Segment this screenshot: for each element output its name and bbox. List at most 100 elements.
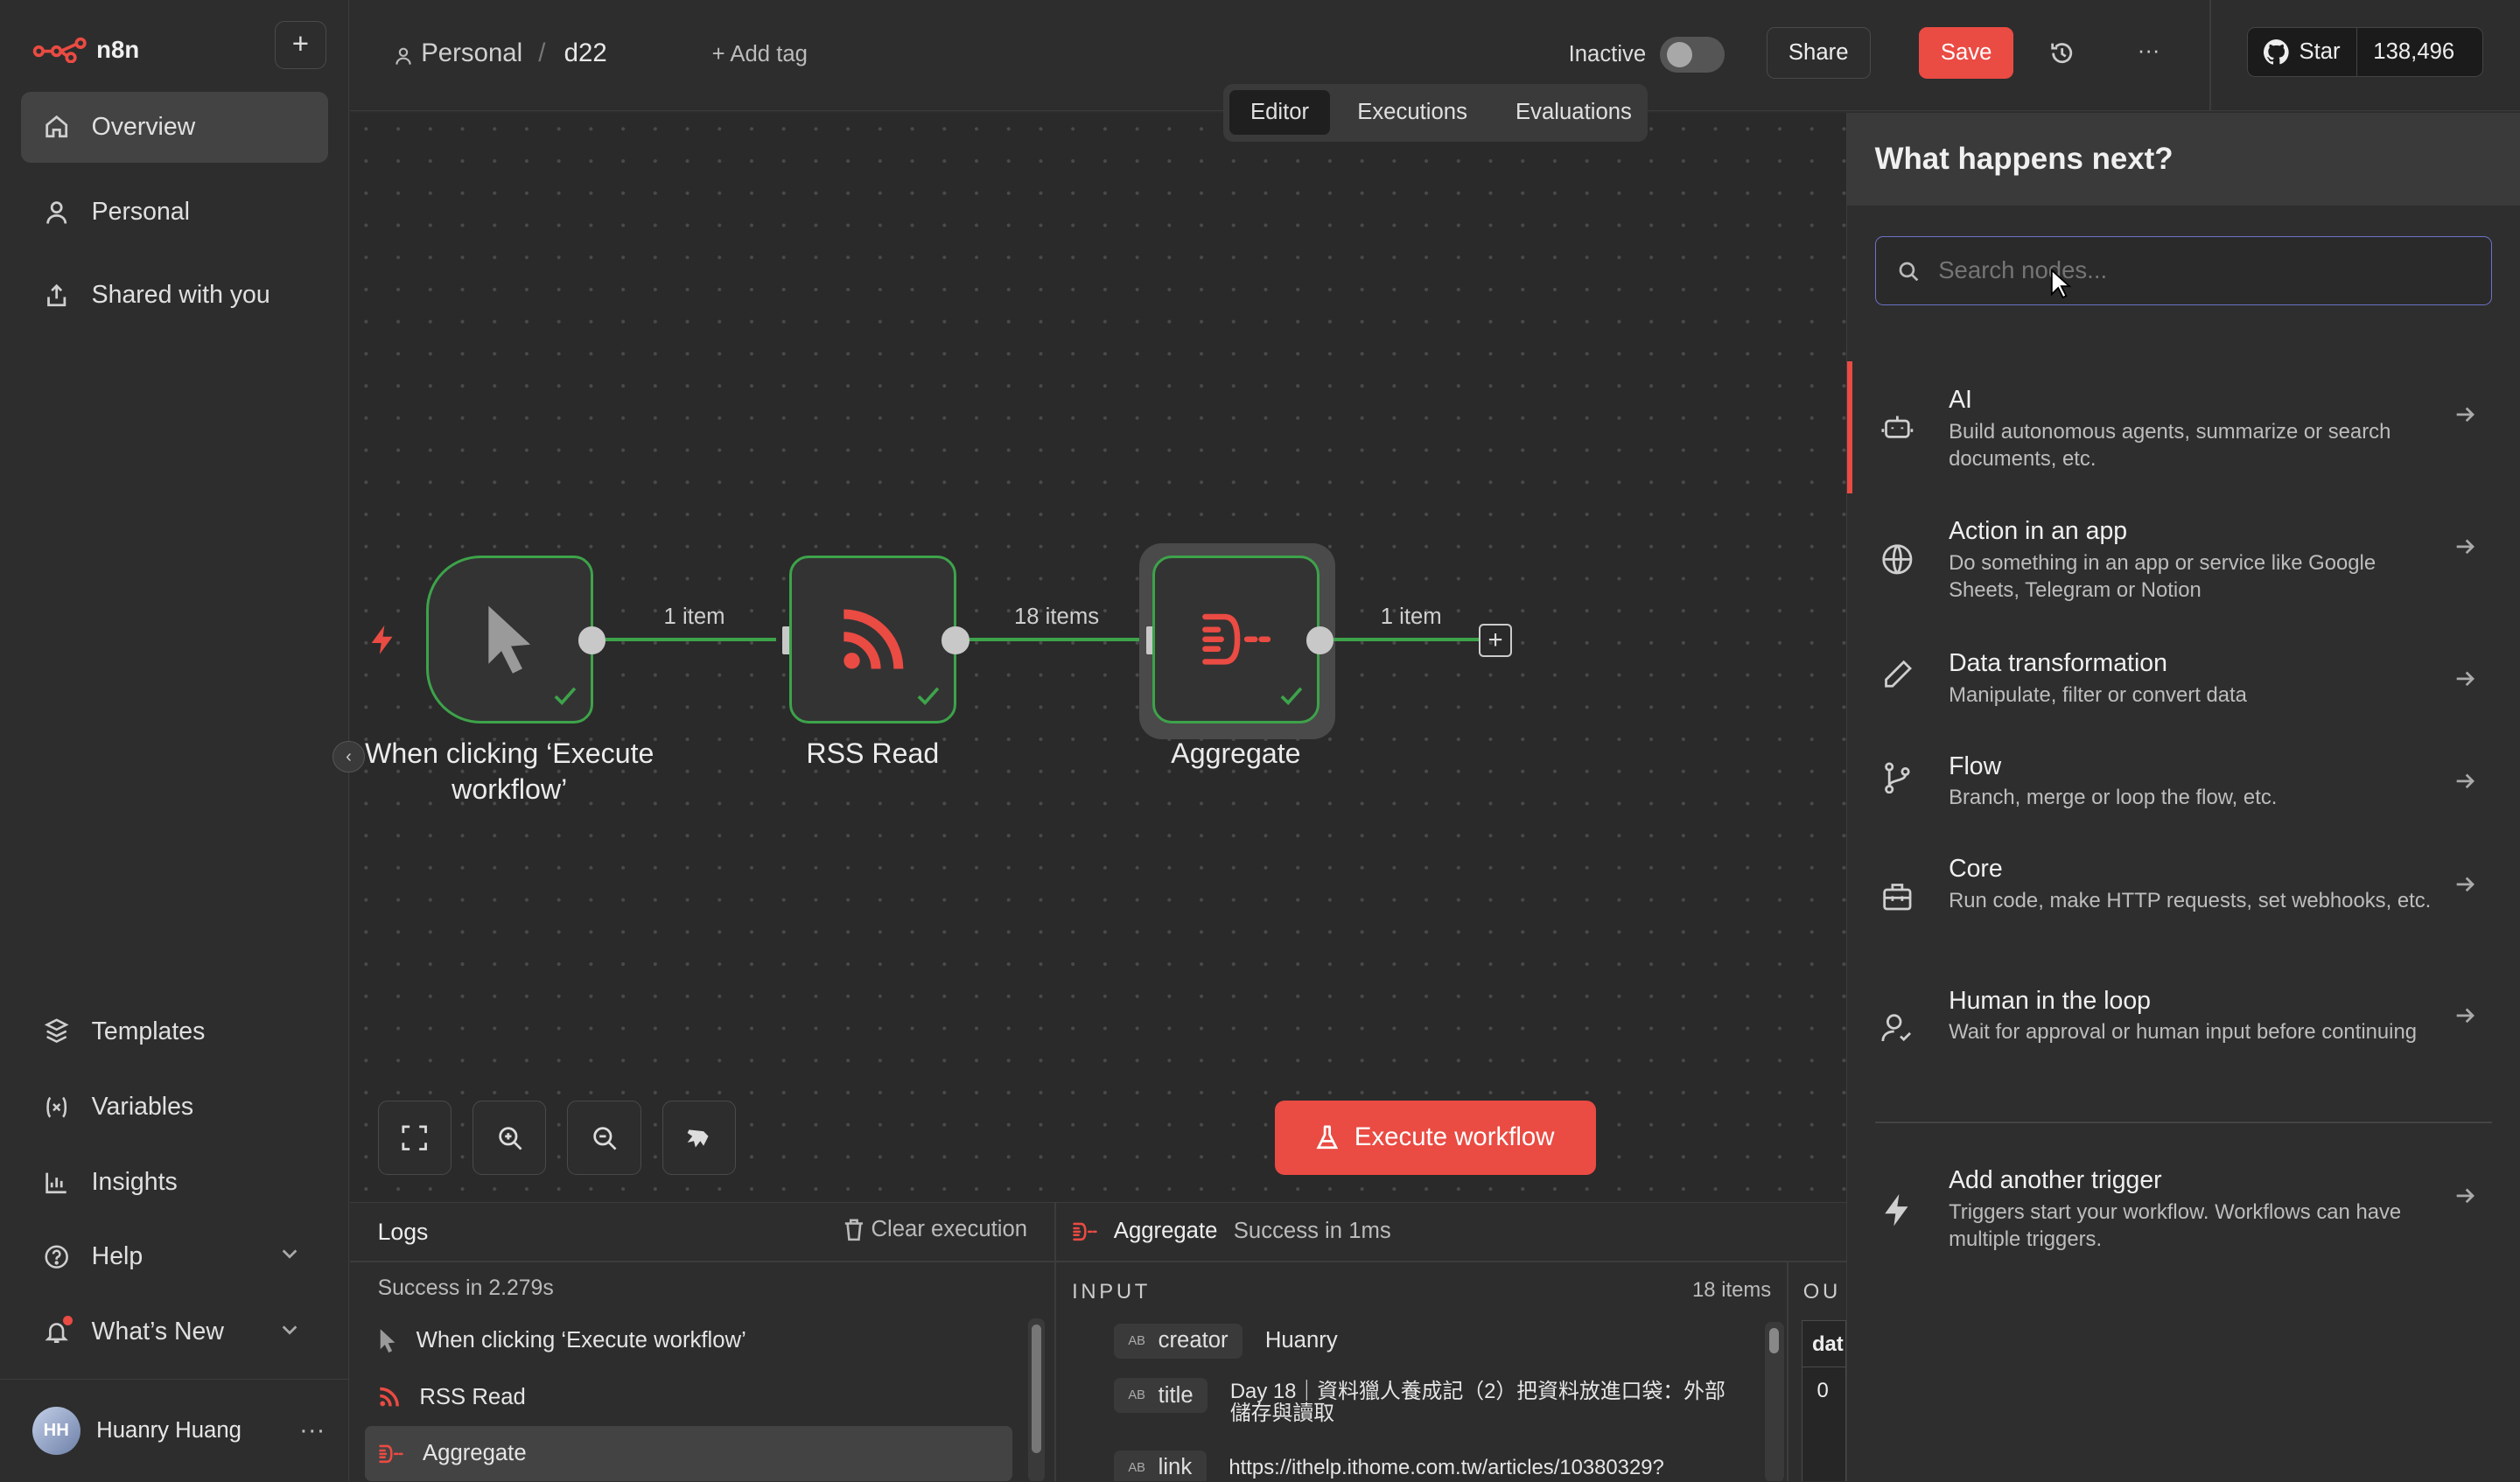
output-row-index: 0 bbox=[1816, 1379, 1829, 1403]
sidebar-item-help[interactable]: Help bbox=[21, 1221, 328, 1292]
category-description: Build autonomous agents, summarize or se… bbox=[1949, 419, 2391, 471]
category-description: Triggers start your workflow. Workflows … bbox=[1949, 1200, 2402, 1252]
clear-execution-button[interactable]: Clear execution bbox=[844, 1217, 1027, 1242]
more-icon[interactable]: ··· bbox=[299, 1416, 325, 1445]
output-handle[interactable] bbox=[1306, 626, 1334, 654]
clear-execution-label: Clear execution bbox=[871, 1217, 1028, 1242]
rss-icon bbox=[843, 609, 904, 669]
node-manual-trigger[interactable] bbox=[425, 556, 593, 724]
log-entry[interactable]: RSS Read bbox=[350, 1370, 1025, 1424]
node-creator-panel: What happens next? AI Build autonomous a… bbox=[1846, 112, 2520, 1482]
connection-label: 1 item bbox=[663, 604, 725, 629]
sidebar: n8n + Overview Personal Shared with you … bbox=[0, 0, 349, 1482]
breadcrumb-project[interactable]: Personal bbox=[421, 38, 522, 68]
sidebar-item-insights[interactable]: Insights bbox=[21, 1147, 328, 1218]
sidebar-item-whats-new[interactable]: What’s New bbox=[21, 1297, 328, 1367]
arrow-right-icon bbox=[2454, 535, 2476, 565]
sidebar-item-shared[interactable]: Shared with you bbox=[21, 261, 328, 332]
tab-editor[interactable]: Editor bbox=[1229, 89, 1330, 136]
node-aggregate[interactable] bbox=[1152, 556, 1320, 724]
github-icon bbox=[2264, 39, 2289, 65]
node-detail-name: Aggregate bbox=[1113, 1219, 1218, 1244]
sidebar-item-label: Overview bbox=[91, 112, 196, 141]
output-label: OU bbox=[1802, 1280, 1841, 1304]
history-icon[interactable] bbox=[2049, 40, 2075, 73]
n8n-logo[interactable]: n8n bbox=[32, 29, 139, 71]
sidebar-item-overview[interactable]: Overview bbox=[20, 91, 328, 163]
zoom-out-button[interactable] bbox=[567, 1101, 641, 1175]
add-another-trigger[interactable]: Add another trigger Triggers start your … bbox=[1847, 1166, 2520, 1298]
sidebar-item-label: Shared with you bbox=[91, 281, 270, 310]
share-button[interactable]: Share bbox=[1766, 27, 1871, 79]
scrollbar[interactable] bbox=[1764, 1321, 1784, 1482]
log-entry[interactable]: When clicking ‘Execute workflow’ bbox=[350, 1314, 1025, 1368]
connection[interactable] bbox=[606, 638, 777, 641]
user-check-icon bbox=[1880, 1012, 1914, 1045]
check-icon bbox=[1280, 688, 1303, 706]
tab-evaluations[interactable]: Evaluations bbox=[1494, 90, 1653, 135]
divider bbox=[350, 1260, 1054, 1262]
string-type-icon: AB bbox=[1128, 1333, 1145, 1348]
divider bbox=[1055, 1260, 1847, 1262]
category-action-in-app[interactable]: Action in an app Do something in an app … bbox=[1847, 517, 2520, 649]
user-name: Huanry Huang bbox=[96, 1417, 242, 1443]
active-toggle[interactable] bbox=[1660, 37, 1725, 73]
pen-icon bbox=[1880, 659, 1914, 691]
tidy-up-button[interactable] bbox=[662, 1101, 737, 1175]
tab-executions[interactable]: Executions bbox=[1336, 90, 1488, 135]
chart-icon bbox=[44, 1170, 69, 1195]
sidebar-item-personal[interactable]: Personal bbox=[21, 177, 328, 248]
divider bbox=[1874, 1122, 2492, 1123]
check-icon bbox=[554, 688, 577, 706]
category-ai[interactable]: AI Build autonomous agents, summarize or… bbox=[1847, 386, 2520, 518]
aggregate-icon bbox=[1073, 1222, 1097, 1241]
search-input[interactable] bbox=[1938, 256, 2453, 285]
sidebar-item-templates[interactable]: Templates bbox=[21, 996, 328, 1067]
sidebar-item-label: What’s New bbox=[91, 1318, 224, 1346]
log-entry-selected[interactable]: Aggregate bbox=[364, 1426, 1013, 1481]
github-star-button[interactable]: Star 138,496 bbox=[2246, 27, 2483, 78]
category-flow[interactable]: Flow Branch, merge or loop the flow, etc… bbox=[1847, 752, 2520, 856]
logs-title: Logs bbox=[377, 1219, 429, 1246]
zoom-in-button[interactable] bbox=[472, 1101, 547, 1175]
workflow-name[interactable]: d22 bbox=[564, 38, 607, 68]
scrollbar[interactable] bbox=[1028, 1318, 1045, 1482]
save-button[interactable]: Save bbox=[1919, 27, 2014, 79]
divider bbox=[1054, 1202, 1056, 1482]
category-data-transformation[interactable]: Data transformation Manipulate, filter o… bbox=[1847, 649, 2520, 752]
add-tag-button[interactable]: + Add tag bbox=[712, 42, 808, 67]
user-icon bbox=[394, 44, 413, 73]
search-icon bbox=[1899, 262, 1919, 281]
sidebar-item-label: Templates bbox=[91, 1017, 206, 1045]
category-core[interactable]: Core Run code, make HTTP requests, set w… bbox=[1847, 855, 2520, 987]
logs-panel: Logs Clear execution Success in 2.279s W… bbox=[350, 1201, 1847, 1482]
category-human-in-the-loop[interactable]: Human in the loop Wait for approval or h… bbox=[1847, 987, 2520, 1119]
input-items-count: 18 items bbox=[1692, 1278, 1772, 1303]
mouse-pointer-icon bbox=[2050, 268, 2072, 298]
panel-title: What happens next? bbox=[1847, 112, 2520, 206]
fit-view-button[interactable] bbox=[377, 1101, 452, 1175]
sidebar-item-variables[interactable]: Variables bbox=[21, 1072, 328, 1143]
share-icon bbox=[44, 283, 69, 308]
output-handle[interactable] bbox=[578, 626, 606, 654]
field-key: AB title bbox=[1113, 1378, 1208, 1414]
add-node-plus-icon[interactable]: + bbox=[1478, 623, 1513, 658]
bolt-icon bbox=[1880, 1192, 1914, 1227]
category-title: Core bbox=[1949, 855, 2003, 884]
arrow-right-icon bbox=[2454, 403, 2476, 433]
help-icon bbox=[44, 1244, 69, 1269]
connection[interactable] bbox=[969, 638, 1142, 641]
create-button[interactable]: + bbox=[275, 20, 326, 69]
view-tabs: Editor Executions Evaluations bbox=[1222, 83, 1648, 142]
chevron-down-icon bbox=[280, 1320, 299, 1345]
execute-workflow-button[interactable]: Execute workflow bbox=[1274, 1101, 1596, 1175]
node-rss-read[interactable] bbox=[788, 556, 956, 724]
arrow-right-icon bbox=[2454, 667, 2476, 696]
check-icon bbox=[917, 688, 940, 706]
connection[interactable] bbox=[1334, 638, 1479, 641]
search-field[interactable] bbox=[1874, 235, 2492, 305]
flask-icon bbox=[1316, 1125, 1339, 1149]
user-menu[interactable]: HH Huanry Huang ··· bbox=[0, 1378, 349, 1482]
more-options-button[interactable]: ··· bbox=[2138, 38, 2160, 64]
output-handle[interactable] bbox=[942, 626, 970, 654]
